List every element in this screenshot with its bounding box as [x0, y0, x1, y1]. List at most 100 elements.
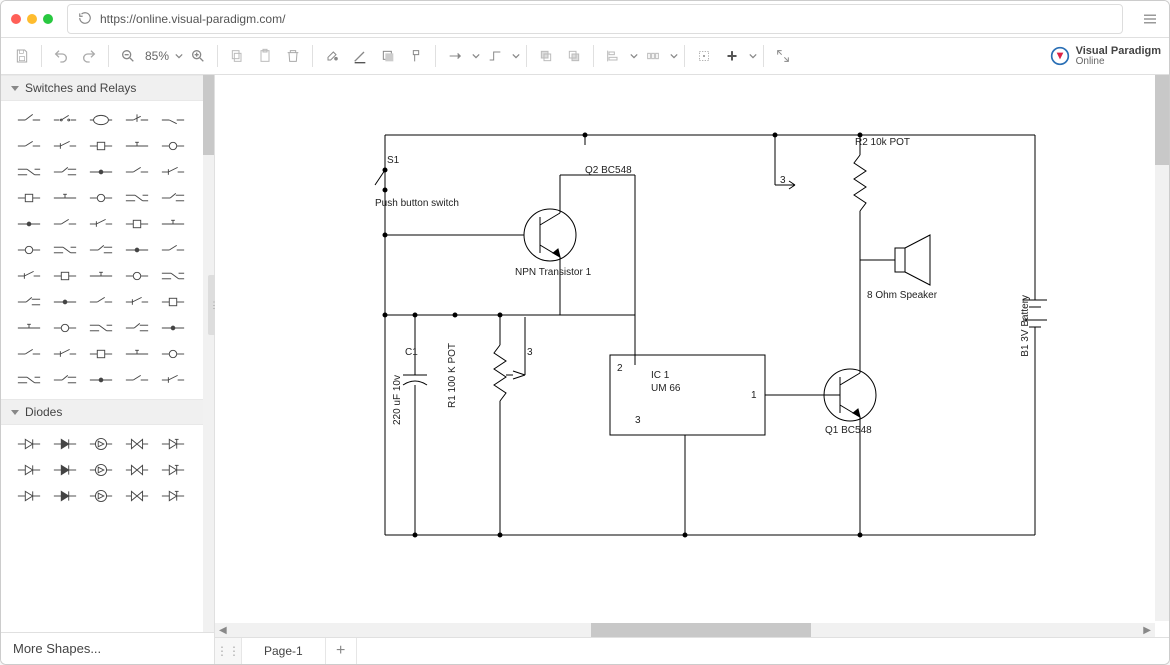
grid-button[interactable]	[691, 43, 717, 69]
shape-item[interactable]	[11, 133, 47, 159]
shape-item[interactable]	[119, 483, 155, 509]
shape-item[interactable]	[83, 483, 119, 509]
add-shape-button[interactable]: +	[719, 43, 745, 69]
shape-item[interactable]	[155, 341, 191, 367]
url-bar[interactable]: https://online.visual-paradigm.com/	[67, 4, 1123, 34]
shape-item[interactable]	[83, 107, 119, 133]
shape-item[interactable]	[47, 341, 83, 367]
delete-button[interactable]	[280, 43, 306, 69]
line-color-button[interactable]	[347, 43, 373, 69]
sidebar-scrollbar-thumb[interactable]	[203, 75, 214, 155]
shape-item[interactable]	[11, 341, 47, 367]
shape-item[interactable]	[119, 107, 155, 133]
section-header[interactable]: Diodes	[1, 399, 214, 425]
shape-item[interactable]	[11, 211, 47, 237]
shape-item[interactable]	[119, 315, 155, 341]
align-dropdown-icon[interactable]	[630, 52, 638, 60]
shape-item[interactable]	[11, 367, 47, 393]
shape-item[interactable]	[83, 457, 119, 483]
zoom-in-button[interactable]	[185, 43, 211, 69]
canvas-scrollbar-v-thumb[interactable]	[1155, 75, 1169, 165]
waypoint-button[interactable]	[482, 43, 508, 69]
shape-item[interactable]	[119, 341, 155, 367]
shape-item[interactable]	[83, 185, 119, 211]
section-header[interactable]: Switches and Relays	[1, 75, 214, 101]
shape-item[interactable]	[83, 159, 119, 185]
shape-item[interactable]	[11, 289, 47, 315]
shape-item[interactable]	[119, 211, 155, 237]
shadow-button[interactable]	[375, 43, 401, 69]
expand-button[interactable]	[770, 43, 796, 69]
shape-item[interactable]	[155, 133, 191, 159]
canvas[interactable]: S1 Push button switch Q2 BC548 NPN Trans…	[215, 75, 1169, 637]
scroll-right-icon[interactable]: ▶	[1139, 625, 1155, 636]
format-painter-button[interactable]	[403, 43, 429, 69]
canvas-scrollbar-horizontal[interactable]: ◀ ▶	[215, 623, 1155, 637]
paste-button[interactable]	[252, 43, 278, 69]
close-window-icon[interactable]	[11, 14, 21, 24]
shape-item[interactable]	[11, 457, 47, 483]
shape-item[interactable]	[119, 263, 155, 289]
copy-button[interactable]	[224, 43, 250, 69]
shape-item[interactable]	[155, 457, 191, 483]
shape-item[interactable]	[47, 237, 83, 263]
canvas-scrollbar-vertical[interactable]	[1155, 75, 1169, 621]
save-button[interactable]	[9, 43, 35, 69]
shape-item[interactable]	[83, 211, 119, 237]
scroll-left-icon[interactable]: ◀	[215, 625, 231, 636]
shape-item[interactable]	[47, 107, 83, 133]
shape-item[interactable]	[11, 107, 47, 133]
undo-button[interactable]	[48, 43, 74, 69]
canvas-scrollbar-h-thumb[interactable]	[591, 623, 811, 637]
to-back-button[interactable]	[561, 43, 587, 69]
shape-item[interactable]	[11, 237, 47, 263]
shape-item[interactable]	[47, 367, 83, 393]
redo-button[interactable]	[76, 43, 102, 69]
shape-item[interactable]	[47, 457, 83, 483]
shape-item[interactable]	[119, 185, 155, 211]
zoom-out-button[interactable]	[115, 43, 141, 69]
add-page-button[interactable]: +	[326, 638, 357, 664]
fill-color-button[interactable]	[319, 43, 345, 69]
shape-item[interactable]	[47, 159, 83, 185]
shape-item[interactable]	[83, 315, 119, 341]
shape-item[interactable]	[119, 237, 155, 263]
shape-item[interactable]	[83, 341, 119, 367]
connector-style-button[interactable]	[442, 43, 468, 69]
shape-item[interactable]	[11, 315, 47, 341]
shape-item[interactable]	[83, 431, 119, 457]
shape-item[interactable]	[155, 159, 191, 185]
shape-item[interactable]	[119, 457, 155, 483]
shape-item[interactable]	[83, 133, 119, 159]
shape-item[interactable]	[47, 185, 83, 211]
shape-item[interactable]	[119, 159, 155, 185]
zoom-value[interactable]: 85%	[143, 49, 171, 63]
shape-item[interactable]	[47, 483, 83, 509]
shape-item[interactable]	[11, 483, 47, 509]
shape-item[interactable]	[47, 133, 83, 159]
shape-item[interactable]	[47, 315, 83, 341]
shape-item[interactable]	[47, 431, 83, 457]
shape-item[interactable]	[11, 431, 47, 457]
shape-item[interactable]	[155, 483, 191, 509]
shape-item[interactable]	[119, 133, 155, 159]
page-tab[interactable]: Page-1	[242, 638, 326, 664]
minimize-window-icon[interactable]	[27, 14, 37, 24]
shape-item[interactable]	[155, 211, 191, 237]
shape-item[interactable]	[155, 289, 191, 315]
shape-item[interactable]	[155, 107, 191, 133]
shape-item[interactable]	[11, 263, 47, 289]
zoom-dropdown-icon[interactable]	[175, 52, 183, 60]
shape-item[interactable]	[155, 185, 191, 211]
shape-item[interactable]	[11, 159, 47, 185]
shape-item[interactable]	[47, 289, 83, 315]
connector-dropdown-icon[interactable]	[472, 52, 480, 60]
to-front-button[interactable]	[533, 43, 559, 69]
distribute-button[interactable]	[640, 43, 666, 69]
waypoint-dropdown-icon[interactable]	[512, 52, 520, 60]
shape-item[interactable]	[11, 185, 47, 211]
add-dropdown-icon[interactable]	[749, 52, 757, 60]
shape-item[interactable]	[155, 263, 191, 289]
shape-item[interactable]	[155, 367, 191, 393]
distribute-dropdown-icon[interactable]	[670, 52, 678, 60]
